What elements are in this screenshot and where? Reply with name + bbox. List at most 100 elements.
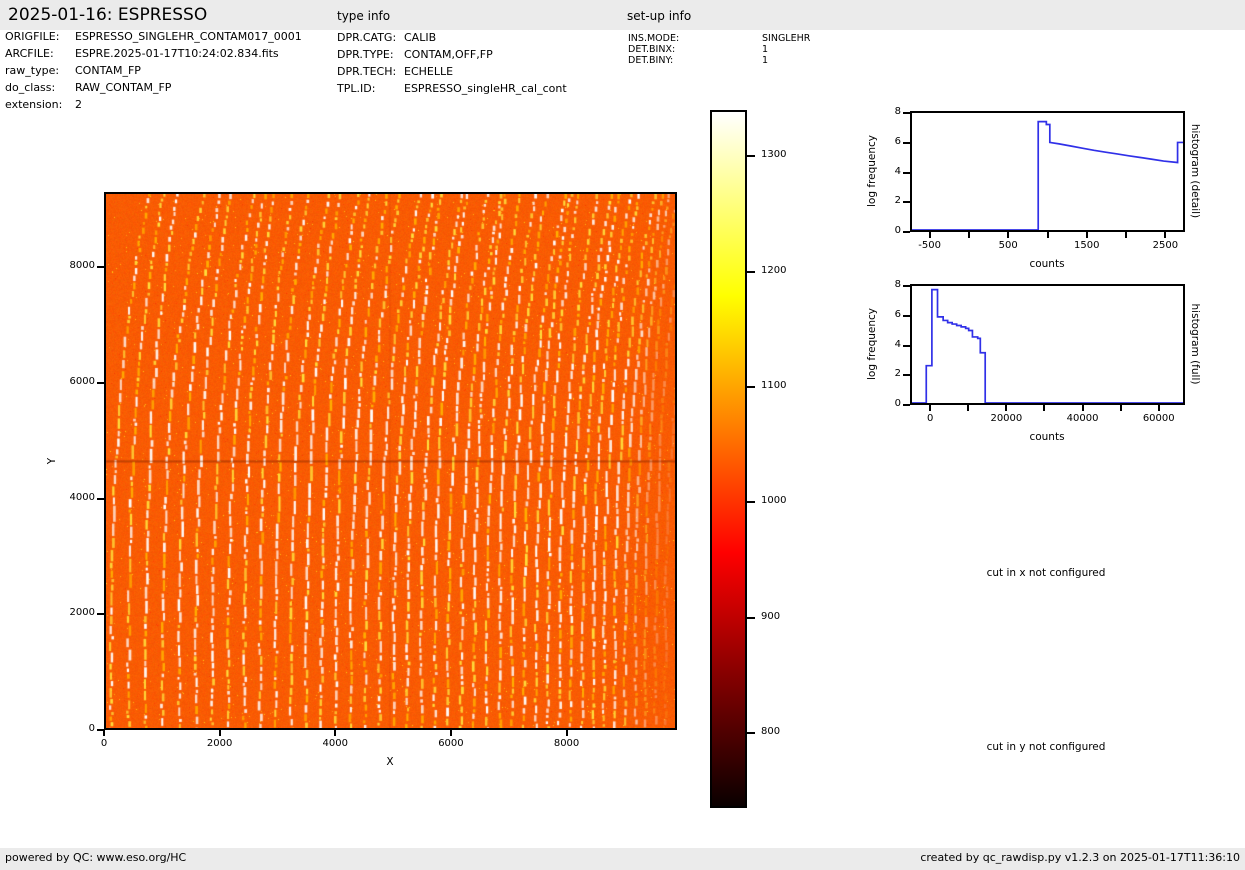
setup-info-row: DET.BINX: 1: [628, 44, 888, 55]
histogram-full-line: [912, 288, 1183, 403]
x-tick-mark: [449, 730, 452, 736]
x-tick-mark: [1007, 232, 1010, 238]
x-tick-mark: [1046, 232, 1049, 238]
file-info-row: extension: 2: [5, 96, 335, 113]
y-tick-mark: [903, 171, 910, 174]
type-info-header: type info: [337, 9, 391, 23]
field-value: ECHELLE: [404, 65, 454, 78]
x-tick-label: 40000: [1066, 413, 1099, 424]
colorbar-tick-label: 1300: [761, 149, 787, 161]
field-label: raw_type:: [5, 64, 60, 77]
field-label: DPR.CATG:: [337, 31, 397, 44]
y-tick-mark: [903, 314, 910, 317]
colorbar: [710, 110, 747, 808]
field-value: CONTAM_FP: [75, 64, 141, 77]
y-tick-label: 6: [894, 308, 901, 320]
type-info-row: DPR.TYPE: CONTAM,OFF,FP: [337, 46, 627, 63]
y-tick-mark: [903, 374, 910, 377]
y-tick-mark: [97, 266, 104, 269]
field-label: ORIGFILE:: [5, 30, 60, 43]
x-tick-mark: [1125, 232, 1128, 238]
y-tick-mark: [903, 231, 910, 233]
field-label: TPL.ID:: [337, 82, 376, 95]
y-tick-label: 6: [894, 135, 901, 147]
setup-info-header: set-up info: [627, 9, 692, 23]
type-info-row: TPL.ID: ESPRESSO_singleHR_cal_cont: [337, 80, 627, 97]
y-tick-mark: [903, 285, 910, 288]
file-info-block: ORIGFILE: ESPRESSO_SINGLEHR_CONTAM017_000…: [5, 28, 335, 113]
histogram-detail-plot: [910, 111, 1185, 232]
x-tick-mark: [1005, 405, 1008, 411]
setup-info-row: DET.BINY: 1: [628, 55, 888, 66]
x-tick-label: 2000: [206, 738, 233, 749]
file-info-row: raw_type: CONTAM_FP: [5, 62, 335, 79]
file-info-row: ARCFILE: ESPRE.2025-01-17T10:24:02.834.fi…: [5, 45, 335, 62]
main-y-axis-label: Y: [46, 457, 58, 465]
field-value: ESPRESSO_SINGLEHR_CONTAM017_0001: [75, 30, 302, 43]
field-value: 1: [762, 55, 769, 66]
y-tick-label: 2: [894, 195, 901, 207]
y-tick-label: 8000: [69, 260, 95, 272]
x-tick-label: -500: [918, 240, 941, 251]
field-value: 1: [762, 44, 769, 55]
colorbar-tick-label: 800: [761, 726, 781, 737]
setup-info-block: INS.MODE: SINGLEHR DET.BINX: 1 DET.BINY: 1: [628, 33, 888, 66]
field-value: RAW_CONTAM_FP: [75, 81, 172, 94]
y-tick-mark: [97, 381, 104, 384]
x-tick-label: 8000: [553, 738, 580, 749]
colorbar-tick-label: 900: [761, 610, 781, 622]
x-tick-label: 0: [926, 413, 934, 424]
field-label: DPR.TYPE:: [337, 48, 394, 61]
x-tick-mark: [929, 405, 932, 411]
x-tick-mark: [1164, 232, 1167, 238]
hist-full-right-label: histogram (full): [1189, 303, 1201, 385]
colorbar-tick-mark: [747, 155, 755, 158]
file-info-row: ORIGFILE: ESPRESSO_SINGLEHR_CONTAM017_000…: [5, 28, 335, 45]
x-tick-label: 500: [998, 240, 1018, 251]
x-tick-mark: [967, 405, 970, 411]
field-label: ARCFILE:: [5, 47, 54, 60]
y-tick-mark: [97, 729, 104, 731]
field-label: extension:: [5, 98, 63, 111]
field-value: SINGLEHR: [762, 33, 811, 44]
field-value: ESPRE.2025-01-17T10:24:02.834.fits: [75, 47, 279, 60]
y-tick-mark: [903, 404, 910, 406]
field-label: do_class:: [5, 81, 56, 94]
x-tick-label: 4000: [322, 738, 348, 749]
colorbar-tick-mark: [747, 732, 755, 734]
cut-x-message: cut in x not configured: [986, 567, 1106, 579]
file-info-row: do_class: RAW_CONTAM_FP: [5, 79, 335, 96]
field-value: ESPRESSO_singleHR_cal_cont: [404, 82, 567, 95]
main-x-axis-label: X: [386, 756, 394, 768]
colorbar-tick-mark: [747, 385, 755, 388]
colorbar-tick-label: 1200: [761, 264, 787, 276]
hist-detail-right-label: histogram (detail): [1189, 123, 1201, 219]
y-tick-label: 4000: [69, 491, 95, 503]
x-tick-mark: [928, 232, 931, 238]
type-info-row: DPR.TECH: ECHELLE: [337, 63, 627, 80]
x-tick-mark: [1157, 405, 1160, 411]
field-value: CALIB: [404, 31, 437, 44]
x-tick-label: 20000: [990, 413, 1023, 424]
histogram-full-plot: [910, 284, 1185, 405]
colorbar-tick-mark: [747, 616, 755, 619]
y-tick-label: 2000: [69, 607, 95, 619]
y-tick-label: 8: [894, 106, 901, 118]
colorbar-tick-mark: [747, 270, 755, 273]
type-info-row: DPR.CATG: CALIB: [337, 29, 627, 46]
x-tick-label: 2500: [1152, 240, 1179, 251]
hist-full-xlabel: counts: [1029, 431, 1065, 443]
y-tick-mark: [903, 112, 910, 115]
x-tick-mark: [967, 232, 970, 238]
y-tick-label: 6000: [69, 375, 95, 387]
histogram-detail-curve: [912, 120, 1183, 230]
y-tick-mark: [903, 344, 910, 347]
raw-frame-plot: [104, 192, 677, 730]
x-tick-mark: [218, 730, 221, 736]
page-title: 2025-01-16: ESPRESSO: [8, 5, 208, 25]
y-tick-mark: [903, 201, 910, 204]
x-tick-mark: [1043, 405, 1046, 411]
field-value: CONTAM,OFF,FP: [404, 48, 493, 61]
y-tick-label: 4: [894, 165, 901, 177]
x-tick-mark: [1119, 405, 1122, 411]
